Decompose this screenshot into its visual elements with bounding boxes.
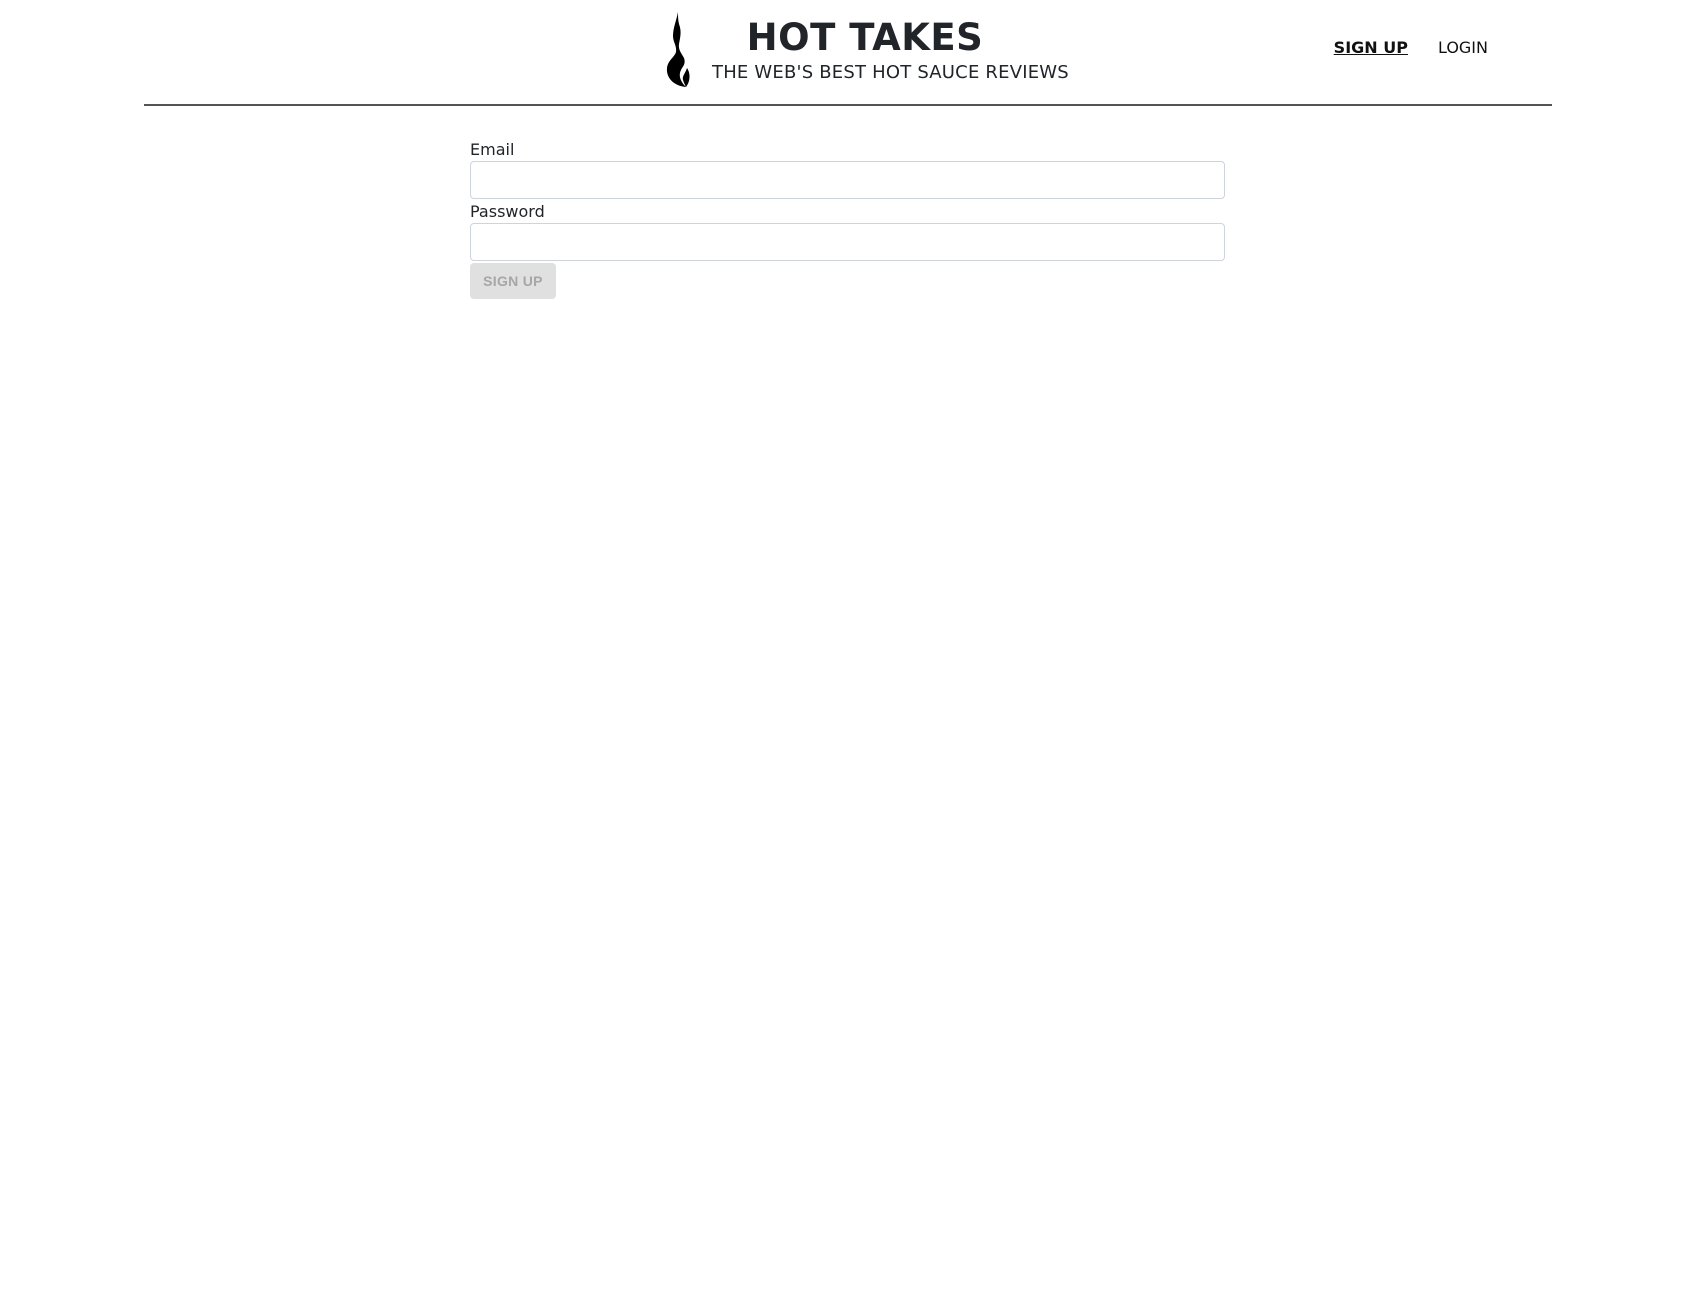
nav-login-link[interactable]: LOGIN	[1438, 38, 1488, 57]
nav-signup-link[interactable]: SIGN UP	[1334, 38, 1408, 57]
signup-form: Email Password SIGN UP	[470, 139, 1225, 299]
main-nav: SIGN UP LOGIN	[1334, 38, 1488, 57]
signup-button[interactable]: SIGN UP	[470, 263, 556, 299]
email-label: Email	[470, 140, 515, 159]
flame-icon	[666, 12, 690, 87]
site-subtitle: THE WEB'S BEST HOT SAUCE REVIEWS	[712, 62, 1069, 83]
site-title: HOT TAKES	[746, 16, 984, 59]
email-input[interactable]	[470, 161, 1225, 199]
password-input[interactable]	[470, 223, 1225, 261]
password-label: Password	[470, 202, 545, 221]
brand[interactable]: HOT TAKES THE WEB'S BEST HOT SAUCE REVIE…	[664, 10, 1084, 90]
site-header: HOT TAKES THE WEB'S BEST HOT SAUCE REVIE…	[144, 0, 1552, 106]
